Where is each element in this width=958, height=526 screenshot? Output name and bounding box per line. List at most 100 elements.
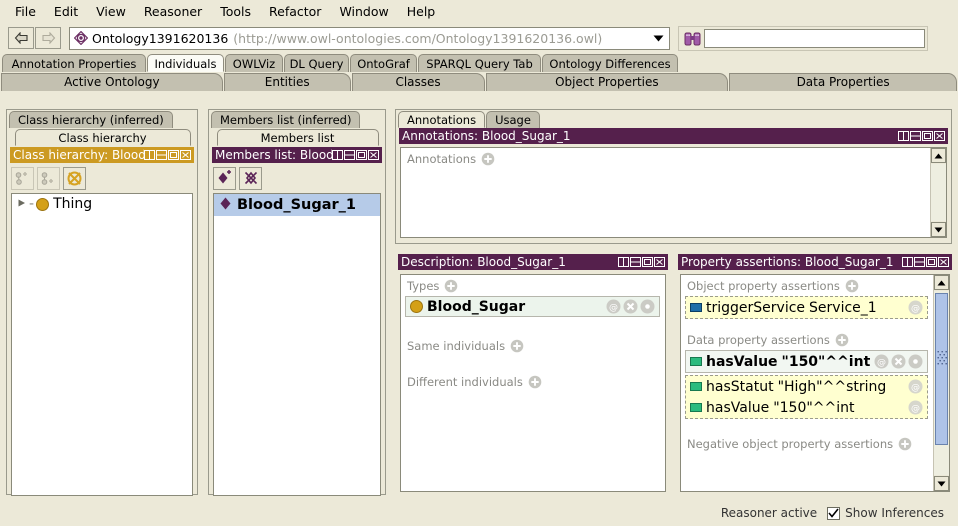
remove-icon[interactable]: [891, 354, 906, 369]
scroll-down-icon[interactable]: [931, 222, 946, 237]
annotations-content[interactable]: Annotations: [400, 147, 947, 238]
type-row-actions[interactable]: @: [606, 299, 655, 314]
annotate-icon[interactable]: @: [606, 299, 621, 314]
scroll-up-icon[interactable]: [931, 148, 946, 163]
annotations-window-controls[interactable]: [898, 131, 948, 141]
tab-entities[interactable]: Entities: [223, 73, 351, 91]
split-horizontal-icon[interactable]: [630, 257, 641, 267]
maximize-icon[interactable]: [168, 150, 179, 160]
split-vertical-icon[interactable]: [332, 150, 343, 160]
maximize-icon[interactable]: [356, 150, 367, 160]
split-horizontal-icon[interactable]: [914, 257, 925, 267]
tab-members-list[interactable]: Members list: [216, 129, 379, 146]
annotate-icon[interactable]: @: [908, 300, 923, 315]
menu-item-view[interactable]: View: [87, 2, 135, 21]
tab-ontograf[interactable]: OntoGraf: [350, 54, 417, 72]
tab-annotations[interactable]: Annotations: [398, 111, 486, 128]
tab-members-list-inferred[interactable]: Members list (inferred): [211, 111, 361, 128]
tree-node-thing[interactable]: - Thing: [12, 194, 192, 214]
remove-icon[interactable]: [623, 299, 638, 314]
assertion-row-actions[interactable]: @: [908, 400, 923, 415]
type-row-blood-sugar[interactable]: Blood_Sugar @: [405, 296, 660, 317]
add-individual-button[interactable]: [213, 166, 236, 190]
members-list[interactable]: Blood_Sugar_1: [213, 193, 381, 496]
plus-circle-icon[interactable]: [481, 152, 495, 166]
tab-individuals[interactable]: Individuals: [147, 54, 224, 72]
collapsed-triangle-icon[interactable]: [17, 196, 27, 212]
class-hierarchy-tree[interactable]: - Thing: [11, 193, 193, 496]
delete-class-button[interactable]: [63, 166, 86, 190]
assertion-row-hasvalue[interactable]: hasValue "150"^^int @: [686, 397, 927, 418]
plus-circle-icon[interactable]: [528, 375, 542, 389]
chevron-down-icon[interactable]: [650, 27, 666, 49]
back-button[interactable]: [8, 27, 34, 49]
maximize-icon[interactable]: [922, 131, 933, 141]
assertion-row[interactable]: hasValue "150"^^int @: [686, 351, 927, 372]
property-assertions-scrollbar[interactable]: [933, 275, 949, 491]
annotate-icon[interactable]: @: [908, 379, 923, 394]
menu-item-tools[interactable]: Tools: [211, 2, 260, 21]
data-assertion-row-hasvalue-hover[interactable]: hasValue "150"^^int @: [685, 350, 928, 373]
plus-circle-icon[interactable]: [510, 339, 524, 353]
binoculars-search-icon[interactable]: [684, 31, 701, 46]
annotate-icon[interactable]: @: [908, 400, 923, 415]
add-subclass-button[interactable]: [11, 166, 34, 190]
tab-classes[interactable]: Classes: [351, 73, 485, 91]
scrollbar-track[interactable]: [934, 291, 949, 475]
split-vertical-icon[interactable]: [144, 150, 155, 160]
ontology-selector[interactable]: Ontology1391620136 (http://www.owl-ontol…: [69, 26, 670, 50]
description-window-controls[interactable]: [618, 257, 668, 267]
close-icon[interactable]: [654, 257, 665, 267]
scroll-up-icon[interactable]: [934, 275, 949, 290]
description-content[interactable]: Types Blood_Sugar @ Same individuals Dif…: [400, 274, 666, 492]
show-inferences-toggle[interactable]: Show Inferences: [827, 506, 944, 520]
split-vertical-icon[interactable]: [902, 257, 913, 267]
delete-individual-button[interactable]: [239, 166, 262, 190]
tab-class-hierarchy[interactable]: Class hierarchy: [14, 129, 191, 146]
property-assertions-window-controls[interactable]: [902, 257, 952, 267]
tab-data-properties[interactable]: Data Properties: [729, 73, 958, 91]
tab-object-properties[interactable]: Object Properties: [485, 73, 729, 91]
tab-ontology-differences[interactable]: Ontology Differences: [542, 54, 678, 72]
plus-circle-icon[interactable]: [835, 333, 849, 347]
add-sibling-class-button[interactable]: [37, 166, 60, 190]
menu-item-help[interactable]: Help: [398, 2, 445, 21]
split-vertical-icon[interactable]: [898, 131, 909, 141]
menu-item-reasoner[interactable]: Reasoner: [135, 2, 211, 21]
close-icon[interactable]: [934, 131, 945, 141]
class-hierarchy-window-controls[interactable]: [144, 150, 194, 160]
annotations-scrollbar[interactable]: [930, 148, 946, 237]
annotate-icon[interactable]: @: [874, 354, 889, 369]
assertion-row-triggerservice[interactable]: triggerService Service_1 @: [686, 297, 927, 318]
tab-dl-query[interactable]: DL Query: [284, 54, 349, 72]
edit-icon[interactable]: [908, 354, 923, 369]
menu-item-window[interactable]: Window: [330, 2, 397, 21]
split-horizontal-icon[interactable]: [910, 131, 921, 141]
assertion-row-actions[interactable]: @: [908, 379, 923, 394]
tab-usage[interactable]: Usage: [486, 111, 540, 128]
search-input[interactable]: [704, 28, 925, 48]
property-assertions-content[interactable]: Object property assertions triggerServic…: [680, 274, 950, 492]
tab-active-ontology[interactable]: Active Ontology: [1, 73, 223, 91]
scrollbar-track[interactable]: [931, 164, 946, 221]
forward-button[interactable]: [35, 27, 61, 49]
tab-owlviz[interactable]: OWLViz: [225, 54, 283, 72]
tab-class-hierarchy-inferred[interactable]: Class hierarchy (inferred): [9, 111, 173, 128]
plus-circle-icon[interactable]: [444, 279, 458, 293]
edit-icon[interactable]: [640, 299, 655, 314]
close-icon[interactable]: [368, 150, 379, 160]
maximize-icon[interactable]: [926, 257, 937, 267]
menu-item-edit[interactable]: Edit: [45, 2, 87, 21]
close-icon[interactable]: [938, 257, 949, 267]
split-vertical-icon[interactable]: [618, 257, 629, 267]
assertion-row-hasstatut[interactable]: hasStatut "High"^^string @: [686, 376, 927, 397]
members-list-window-controls[interactable]: [332, 150, 382, 160]
assertion-row-actions[interactable]: @: [874, 354, 923, 369]
close-icon[interactable]: [180, 150, 191, 160]
show-inferences-checkbox[interactable]: [827, 506, 841, 520]
plus-circle-icon[interactable]: [845, 279, 859, 293]
tab-annotation-properties[interactable]: Annotation Properties: [2, 54, 146, 72]
assertion-row-actions[interactable]: @: [908, 300, 923, 315]
maximize-icon[interactable]: [642, 257, 653, 267]
split-horizontal-icon[interactable]: [156, 150, 167, 160]
